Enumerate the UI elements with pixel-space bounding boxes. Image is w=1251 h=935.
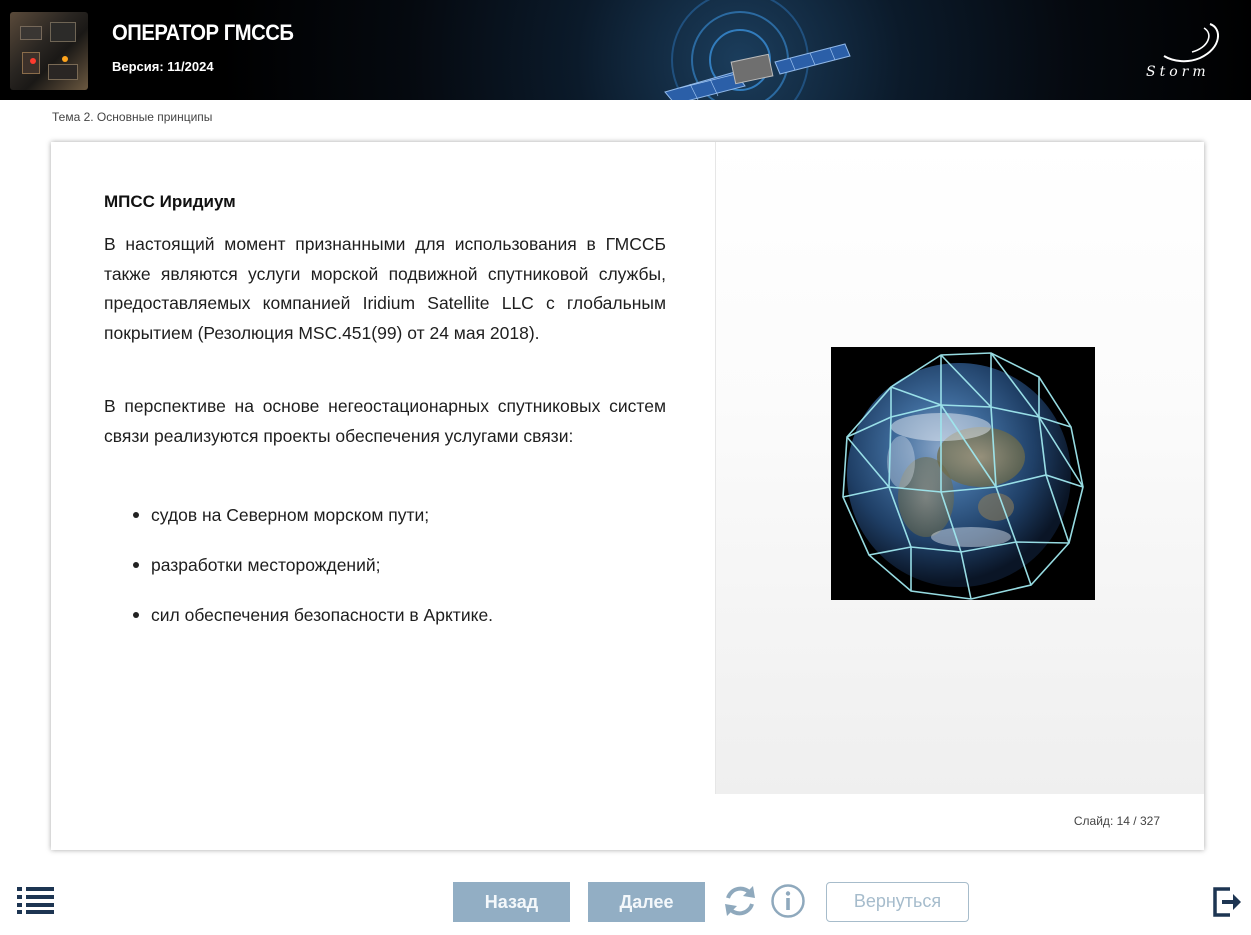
slide-counter-value: 14 / 327 bbox=[1116, 814, 1160, 828]
storm-logo-text: Storm bbox=[1146, 64, 1210, 80]
breadcrumb: Тема 2. Основные принципы bbox=[52, 110, 213, 124]
slide-paragraph-1: В настоящий момент признанными для испол… bbox=[104, 234, 666, 343]
slide-text-column: МПСС Иридиум В настоящий момент признанн… bbox=[51, 142, 715, 794]
list-item-text: разработки месторождений; bbox=[151, 555, 381, 575]
bullet-dot-icon bbox=[133, 512, 139, 518]
list-item: разработки месторождений; bbox=[104, 550, 493, 600]
list-item: сил обеспечения безопасности в Арктике. bbox=[104, 600, 493, 650]
return-button[interactable]: Вернуться bbox=[826, 882, 969, 922]
slide-counter: Слайд: 14 / 327 bbox=[1074, 814, 1160, 828]
bullet-dot-icon bbox=[133, 562, 139, 568]
next-button[interactable]: Далее bbox=[588, 882, 705, 922]
slide-title: МПСС Иридиум bbox=[104, 192, 236, 211]
back-button[interactable]: Назад bbox=[453, 882, 570, 922]
reload-icon[interactable] bbox=[721, 882, 759, 920]
slide-panel: МПСС Иридиум В настоящий момент признанн… bbox=[51, 142, 1204, 850]
slide-paragraph-2: В перспективе на основе негеостационарны… bbox=[104, 396, 666, 446]
course-thumbnail bbox=[10, 12, 88, 90]
app-header: ОПЕРАТОР ГМССБ Версия: 11/2024 Storm bbox=[0, 0, 1251, 100]
slide-counter-label: Слайд: bbox=[1073, 814, 1114, 828]
slide-image-column bbox=[715, 142, 1204, 794]
list-item: судов на Северном морском пути; bbox=[104, 500, 493, 550]
course-version: Версия: 11/2024 bbox=[112, 59, 214, 74]
bullet-dot-icon bbox=[133, 612, 139, 618]
globe-satellite-grid-image bbox=[831, 347, 1095, 600]
bullet-list: судов на Северном морском пути; разработ… bbox=[104, 500, 493, 650]
list-item-text: сил обеспечения безопасности в Арктике. bbox=[151, 605, 494, 625]
list-item-text: судов на Северном морском пути; bbox=[151, 505, 430, 525]
exit-icon[interactable] bbox=[1212, 886, 1242, 918]
list-menu-icon[interactable] bbox=[17, 886, 55, 914]
course-title: ОПЕРАТОР ГМССБ bbox=[112, 20, 294, 45]
satellite-illustration bbox=[664, 0, 851, 100]
info-icon[interactable] bbox=[770, 883, 806, 919]
